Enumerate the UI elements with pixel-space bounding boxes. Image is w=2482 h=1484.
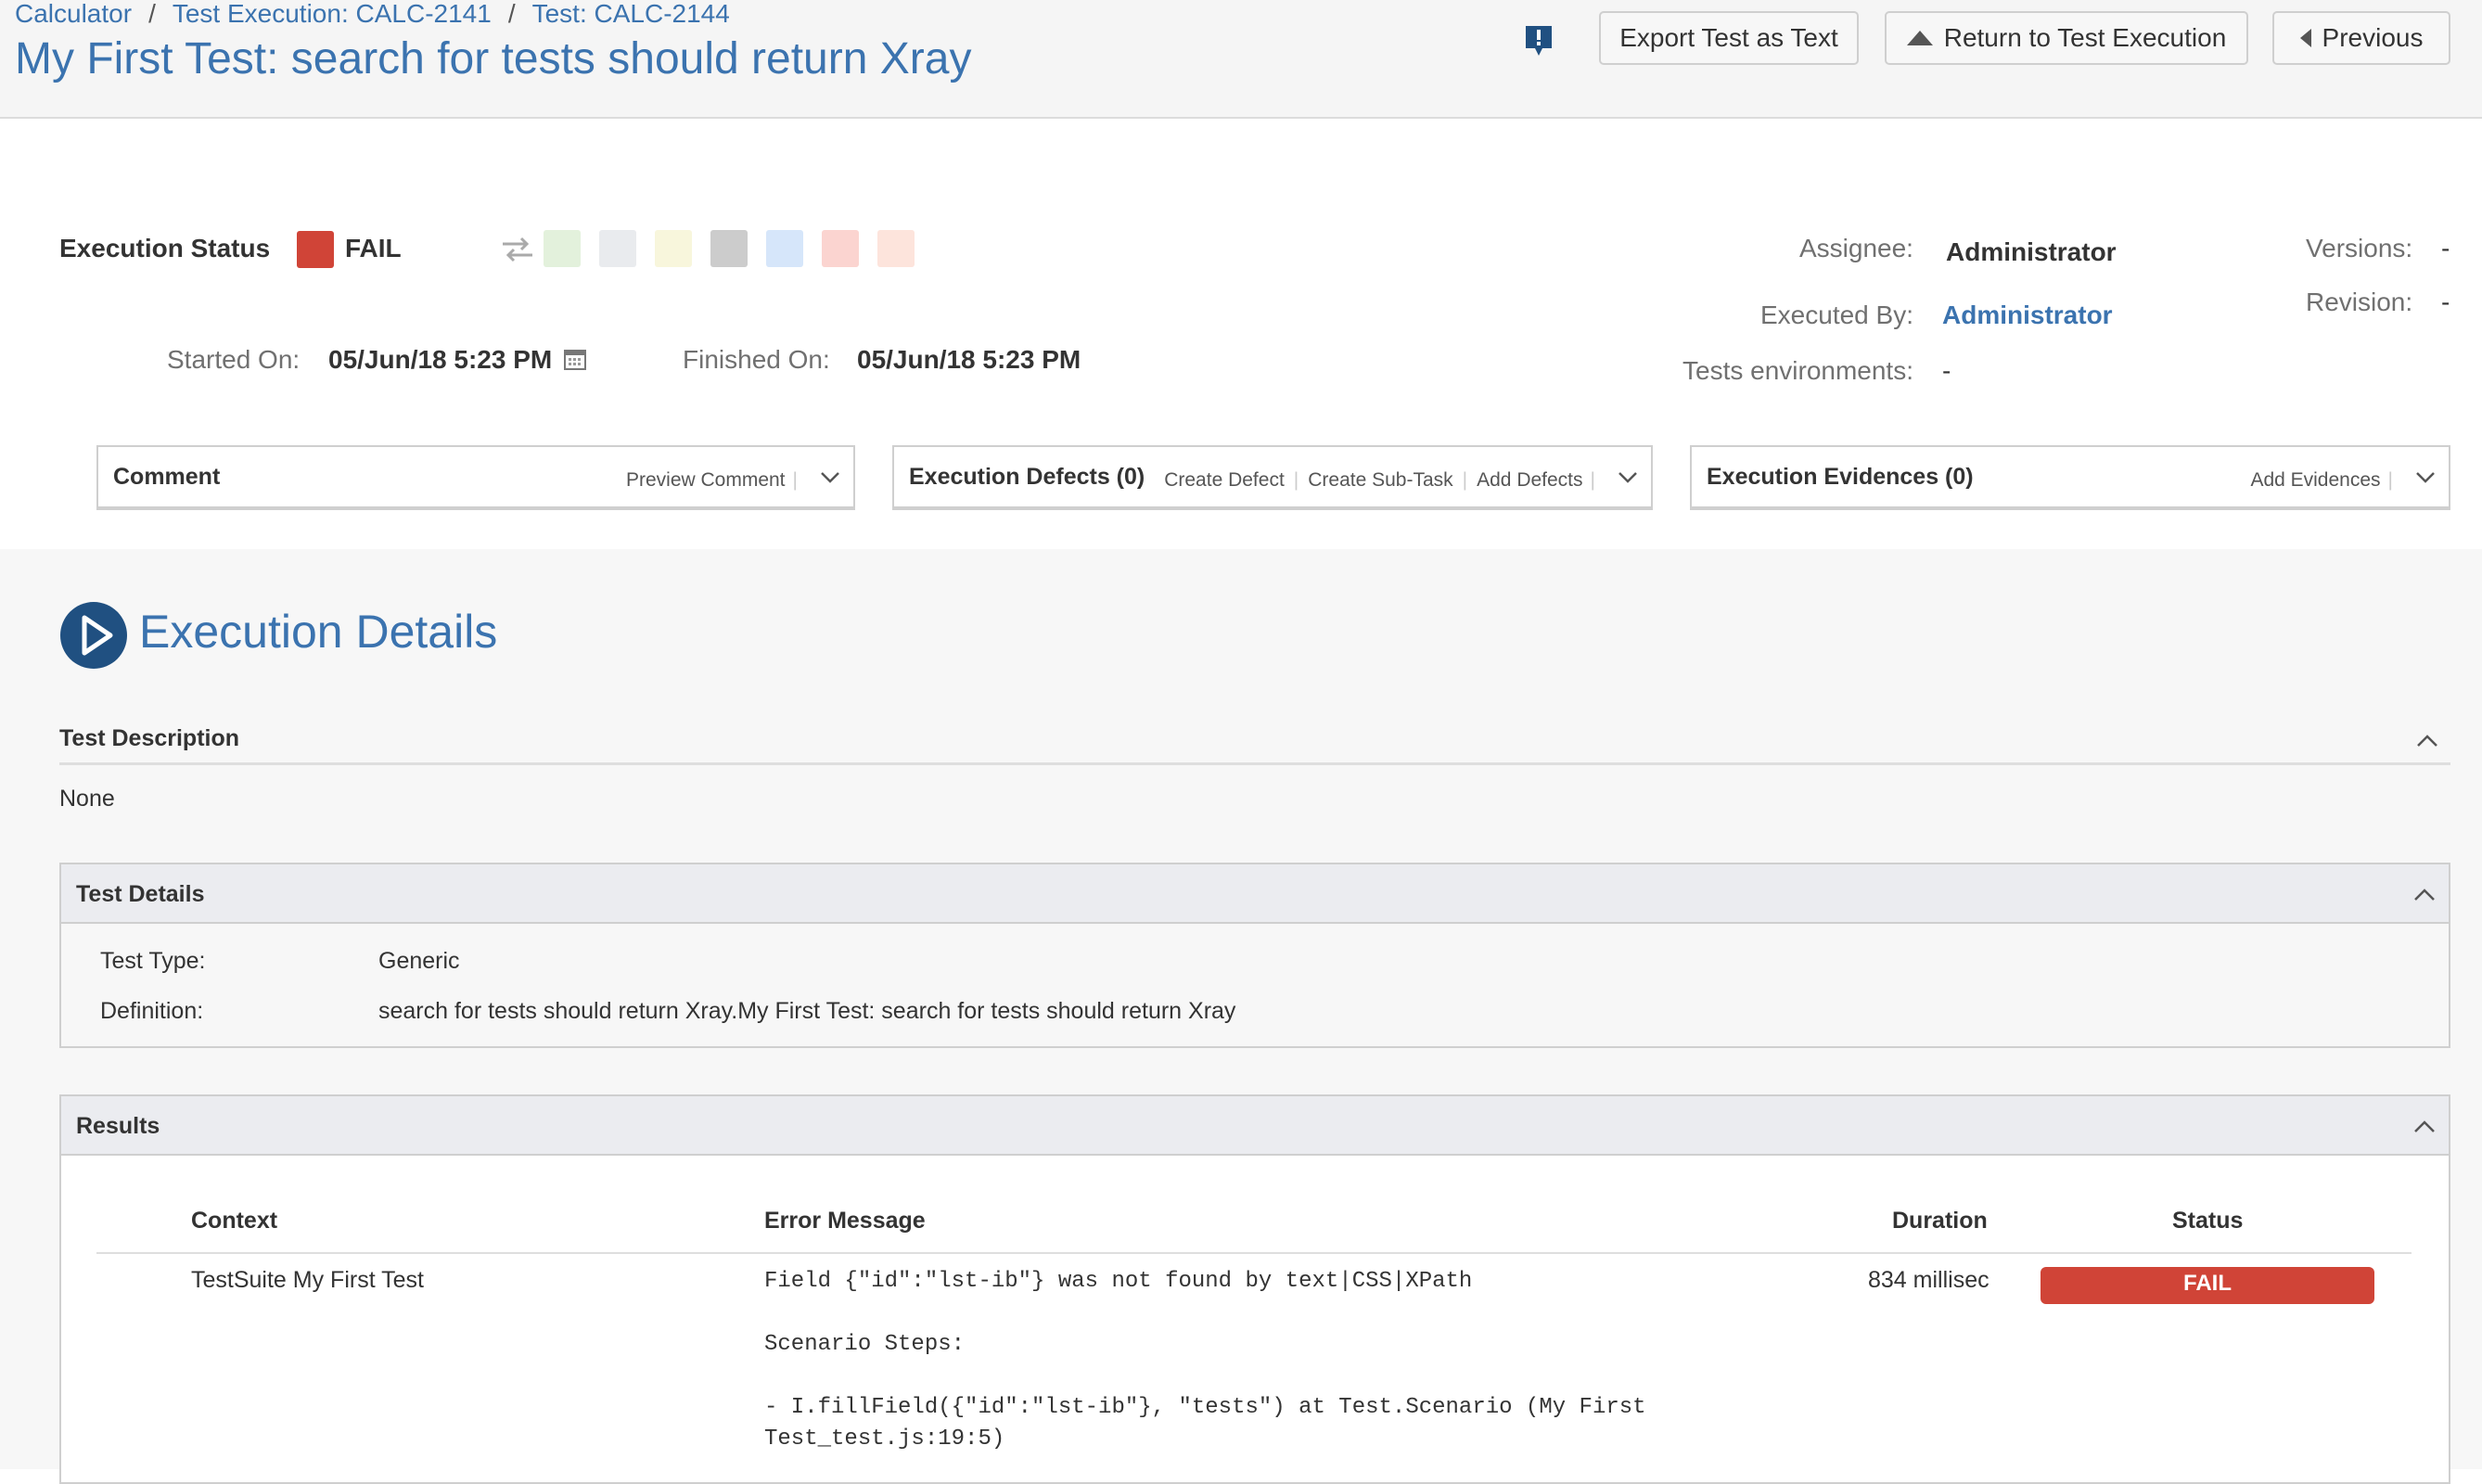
- execution-defects-panel: Execution Defects (0) Create DefectCreat…: [892, 445, 1653, 510]
- test-description-value: None: [59, 786, 115, 812]
- calendar-icon[interactable]: [563, 347, 587, 371]
- test-details-header[interactable]: Test Details: [61, 864, 2449, 924]
- column-header-status: Status: [2172, 1208, 2244, 1234]
- execution-status-label: Execution Status: [59, 234, 271, 262]
- execution-evidences-panel: Execution Evidences (0) Add Evidences: [1690, 445, 2450, 510]
- create-sub-task-link[interactable]: Create Sub-Task: [1285, 469, 1453, 491]
- execution-evidences-actions: Add Evidences: [2250, 469, 2393, 492]
- page-title[interactable]: My First Test: search for tests should r…: [15, 32, 971, 87]
- chevron-down-icon[interactable]: [820, 471, 840, 484]
- started-on-value: 05/Jun/18 5:23 PM: [328, 345, 553, 374]
- chevron-up-icon[interactable]: [2413, 889, 2436, 902]
- tests-environments-label: Tests environments:: [1682, 356, 1913, 385]
- triangle-up-icon: [1906, 31, 1933, 45]
- executed-by-link[interactable]: Administrator: [1942, 301, 2113, 330]
- breadcrumb-separator: /: [148, 0, 156, 28]
- test-type-label: Test Type:: [100, 948, 206, 974]
- breadcrumb-test-execution-link[interactable]: Test Execution: CALC-2141: [173, 0, 492, 28]
- breadcrumb-project-link[interactable]: Calculator: [15, 0, 132, 28]
- definition-value: search for tests should return Xray.My F…: [378, 998, 1236, 1024]
- export-button-label: Export Test as Text: [1619, 23, 1838, 52]
- preview-comment-link[interactable]: Preview Comment: [626, 469, 798, 491]
- started-on-label: Started On:: [167, 345, 301, 374]
- result-context: TestSuite My First Test: [191, 1267, 424, 1293]
- status-color-indicator: [297, 231, 334, 268]
- chevron-down-icon[interactable]: [2415, 471, 2436, 484]
- revision-value: -: [2441, 288, 2450, 316]
- finished-on-value: 05/Jun/18 5:23 PM: [857, 345, 1081, 374]
- column-header-error-message: Error Message: [764, 1208, 926, 1234]
- status-badge: FAIL: [2041, 1267, 2374, 1304]
- status-option-swatch[interactable]: [877, 230, 915, 267]
- assignee-value[interactable]: Administrator: [1946, 237, 2117, 267]
- breadcrumb-separator: /: [507, 0, 516, 28]
- breadcrumb: Calculator / Test Execution: CALC-2141 / Tes…: [15, 0, 730, 28]
- status-option-swatch[interactable]: [599, 230, 636, 267]
- assignee-label: Assignee:: [1799, 234, 1913, 262]
- column-header-duration: Duration: [1892, 1208, 1988, 1234]
- table-header-divider: [96, 1252, 2412, 1254]
- return-to-test-execution-button[interactable]: Return to Test Execution: [1885, 11, 2248, 65]
- column-header-context: Context: [191, 1208, 278, 1234]
- play-circle-icon: [60, 602, 127, 669]
- test-details-box: Test Details Test Type: Generic Definiti…: [59, 863, 2450, 1048]
- result-error-line: Scenario Steps:: [764, 1332, 966, 1357]
- divider: [59, 762, 2450, 765]
- comment-panel-actions: Preview Comment: [626, 469, 798, 492]
- execution-details-heading: Execution Details: [139, 606, 498, 658]
- add-defects-link[interactable]: Add Defects: [1453, 469, 1595, 491]
- status-option-swatch[interactable]: [655, 230, 692, 267]
- chevron-up-icon[interactable]: [2413, 1120, 2436, 1133]
- result-duration: 834 millisec: [1868, 1267, 1989, 1293]
- comment-panel: Comment Preview Comment: [96, 445, 855, 510]
- return-button-label: Return to Test Execution: [1943, 23, 2227, 52]
- test-description-title: Test Description: [59, 725, 240, 751]
- chevron-down-icon[interactable]: [1618, 471, 1638, 484]
- finished-on-label: Finished On:: [683, 345, 830, 374]
- versions-label: Versions:: [2306, 234, 2413, 262]
- result-error-line: Field {"id":"lst-ib"} was not found by t…: [764, 1269, 1473, 1294]
- previous-button-label: Previous: [2322, 23, 2424, 52]
- status-option-swatch[interactable]: [766, 230, 803, 267]
- export-test-as-text-button[interactable]: Export Test as Text: [1599, 11, 1859, 65]
- executed-by-label: Executed By:: [1760, 301, 1913, 329]
- comment-panel-title: Comment: [113, 464, 221, 490]
- page-header: Calculator / Test Execution: CALC-2141 / Tes…: [0, 0, 2482, 119]
- execution-defects-title: Execution Defects (0): [909, 464, 1145, 490]
- swap-arrows-icon[interactable]: [499, 234, 536, 265]
- status-option-swatch[interactable]: [822, 230, 859, 267]
- chevron-up-icon[interactable]: [2416, 735, 2438, 748]
- breadcrumb-test-link[interactable]: Test: CALC-2144: [532, 0, 730, 28]
- test-type-value: Generic: [378, 948, 460, 974]
- add-evidences-link[interactable]: Add Evidences: [2250, 469, 2393, 491]
- result-error-line: - I.fillField({"id":"lst-ib"}, "tests") …: [764, 1395, 1646, 1420]
- results-header[interactable]: Results: [61, 1096, 2449, 1156]
- feedback-icon[interactable]: [1524, 24, 1554, 58]
- status-option-swatch[interactable]: [710, 230, 748, 267]
- results-title: Results: [76, 1113, 160, 1139]
- execution-defects-actions: Create DefectCreate Sub-TaskAdd Defects: [1164, 469, 1595, 492]
- test-details-title: Test Details: [76, 881, 205, 907]
- status-option-swatch[interactable]: [544, 230, 581, 267]
- execution-evidences-title: Execution Evidences (0): [1707, 464, 1974, 490]
- definition-label: Definition:: [100, 998, 204, 1024]
- versions-value: -: [2441, 234, 2450, 262]
- tests-environments-value[interactable]: -: [1942, 356, 1951, 386]
- create-defect-link[interactable]: Create Defect: [1164, 469, 1285, 491]
- triangle-left-icon: [2299, 29, 2311, 47]
- revision-label: Revision:: [2306, 288, 2413, 316]
- result-error-line: Test_test.js:19:5): [764, 1426, 1005, 1452]
- status-value: FAIL: [345, 234, 402, 262]
- previous-button[interactable]: Previous: [2272, 11, 2450, 65]
